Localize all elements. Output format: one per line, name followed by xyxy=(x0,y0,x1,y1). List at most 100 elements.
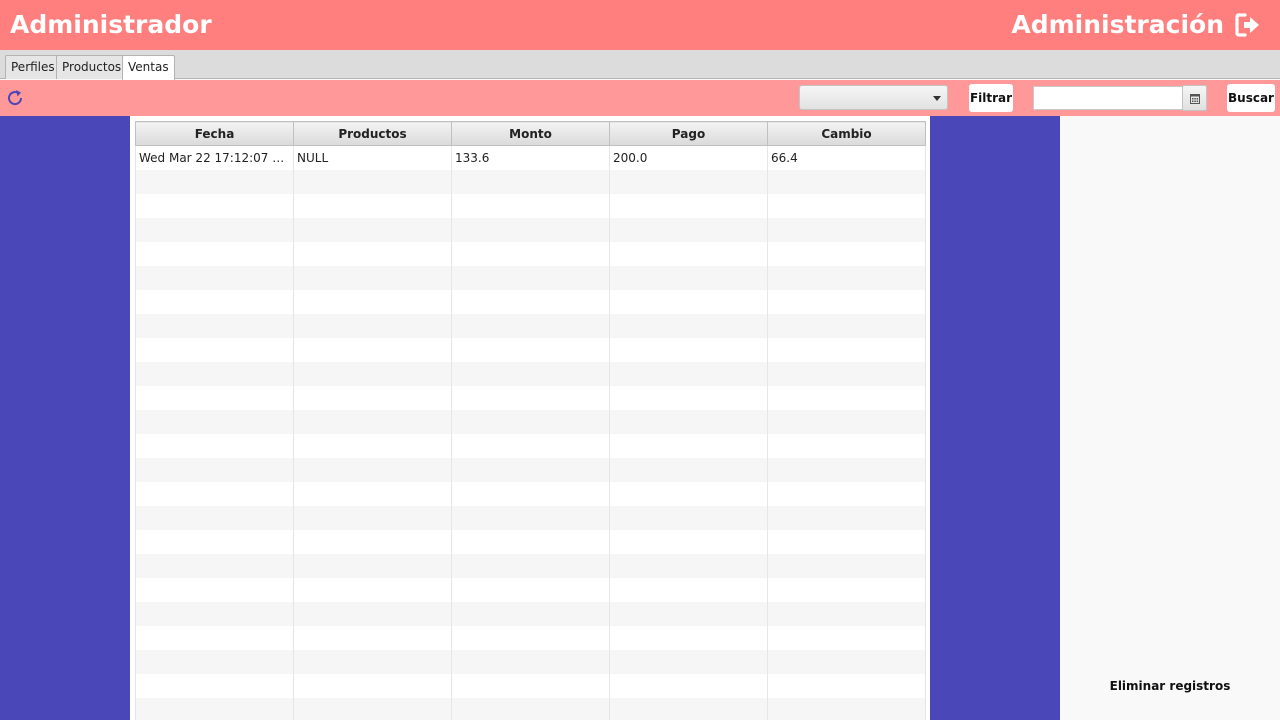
table-cell xyxy=(135,577,294,602)
sign-out-icon[interactable] xyxy=(1234,11,1262,39)
table-cell xyxy=(451,265,610,290)
calendar-button[interactable] xyxy=(1182,85,1207,111)
empty-table-row[interactable] xyxy=(135,337,926,362)
table-cell xyxy=(451,361,610,386)
search-button[interactable]: Buscar xyxy=(1227,84,1275,112)
sales-table: Fecha Productos Monto Pago Cambio Wed Ma… xyxy=(135,121,926,720)
empty-table-row[interactable] xyxy=(135,697,926,720)
table-cell xyxy=(609,241,768,266)
table-cell xyxy=(451,553,610,578)
empty-table-row[interactable] xyxy=(135,217,926,242)
refresh-icon[interactable] xyxy=(5,88,25,108)
empty-table-row[interactable] xyxy=(135,481,926,506)
table-header-row: Fecha Productos Monto Pago Cambio xyxy=(135,121,926,146)
column-header-cambio[interactable]: Cambio xyxy=(767,121,926,146)
empty-table-row[interactable] xyxy=(135,313,926,338)
table-cell xyxy=(767,241,926,266)
table-cell xyxy=(135,505,294,530)
empty-table-row[interactable] xyxy=(135,577,926,602)
table-cell xyxy=(293,241,452,266)
delete-records-button[interactable]: Eliminar registros xyxy=(1060,679,1280,693)
empty-table-row[interactable] xyxy=(135,409,926,434)
table-cell xyxy=(767,361,926,386)
empty-table-row[interactable] xyxy=(135,361,926,386)
empty-table-row[interactable] xyxy=(135,553,926,578)
table-cell xyxy=(135,625,294,650)
empty-table-row[interactable] xyxy=(135,265,926,290)
tab-perfiles[interactable]: Perfiles xyxy=(5,55,61,79)
empty-table-row[interactable] xyxy=(135,169,926,194)
table-cell xyxy=(767,457,926,482)
administration-logout-link[interactable]: Administración xyxy=(1011,9,1262,41)
center-panel xyxy=(930,116,1060,720)
table-cell xyxy=(293,409,452,434)
table-cell xyxy=(293,481,452,506)
table-cell xyxy=(609,577,768,602)
empty-table-row[interactable] xyxy=(135,673,926,698)
table-cell xyxy=(293,217,452,242)
table-cell xyxy=(293,457,452,482)
table-cell xyxy=(135,193,294,218)
table-cell xyxy=(451,337,610,362)
table-cell xyxy=(451,169,610,194)
table-cell xyxy=(135,313,294,338)
table-cell xyxy=(767,385,926,410)
calendar-icon xyxy=(1189,89,1200,108)
empty-table-row[interactable] xyxy=(135,529,926,554)
empty-table-row[interactable] xyxy=(135,289,926,314)
table-cell xyxy=(293,169,452,194)
empty-table-row[interactable] xyxy=(135,505,926,530)
table-cell: 200.0 xyxy=(609,145,768,170)
administration-label: Administración xyxy=(1011,10,1224,39)
empty-table-row[interactable] xyxy=(135,385,926,410)
table-cell xyxy=(451,313,610,338)
table-cell xyxy=(609,601,768,626)
empty-table-row[interactable] xyxy=(135,241,926,266)
table-cell xyxy=(767,193,926,218)
table-cell xyxy=(135,529,294,554)
table-cell xyxy=(293,505,452,530)
table-cell xyxy=(451,481,610,506)
table-cell xyxy=(135,649,294,674)
empty-table-row[interactable] xyxy=(135,649,926,674)
table-cell xyxy=(451,217,610,242)
column-header-monto[interactable]: Monto xyxy=(451,121,610,146)
table-cell xyxy=(767,529,926,554)
table-cell xyxy=(451,673,610,698)
table-cell xyxy=(135,673,294,698)
column-header-productos[interactable]: Productos xyxy=(293,121,452,146)
table-cell xyxy=(609,313,768,338)
table-cell xyxy=(451,577,610,602)
table-cell xyxy=(767,577,926,602)
empty-table-row[interactable] xyxy=(135,601,926,626)
empty-table-row[interactable] xyxy=(135,625,926,650)
date-input[interactable] xyxy=(1033,86,1183,110)
table-cell xyxy=(767,673,926,698)
table-cell xyxy=(451,457,610,482)
empty-table-row[interactable] xyxy=(135,433,926,458)
empty-table-row[interactable] xyxy=(135,457,926,482)
empty-table-row[interactable] xyxy=(135,193,926,218)
table-cell xyxy=(135,409,294,434)
table-cell xyxy=(293,193,452,218)
tab-bar: Perfiles Productos Ventas xyxy=(0,50,1280,80)
toolbar: Filtrar Buscar xyxy=(0,80,1280,116)
table-cell xyxy=(293,265,452,290)
tab-productos[interactable]: Productos xyxy=(56,55,128,79)
table-cell xyxy=(135,169,294,194)
table-cell xyxy=(609,697,768,720)
table-cell xyxy=(609,505,768,530)
column-header-pago[interactable]: Pago xyxy=(609,121,768,146)
filter-button[interactable]: Filtrar xyxy=(969,84,1013,112)
table-cell: NULL xyxy=(293,145,452,170)
tab-ventas[interactable]: Ventas xyxy=(122,55,175,80)
filter-dropdown[interactable] xyxy=(799,85,948,110)
column-header-fecha[interactable]: Fecha xyxy=(135,121,294,146)
table-cell xyxy=(609,649,768,674)
table-row[interactable]: Wed Mar 22 17:12:07 CST 2017NULL133.6200… xyxy=(135,145,926,170)
table-cell xyxy=(293,697,452,720)
table-cell xyxy=(451,241,610,266)
table-cell xyxy=(451,649,610,674)
table-cell xyxy=(767,625,926,650)
table-cell xyxy=(451,697,610,720)
